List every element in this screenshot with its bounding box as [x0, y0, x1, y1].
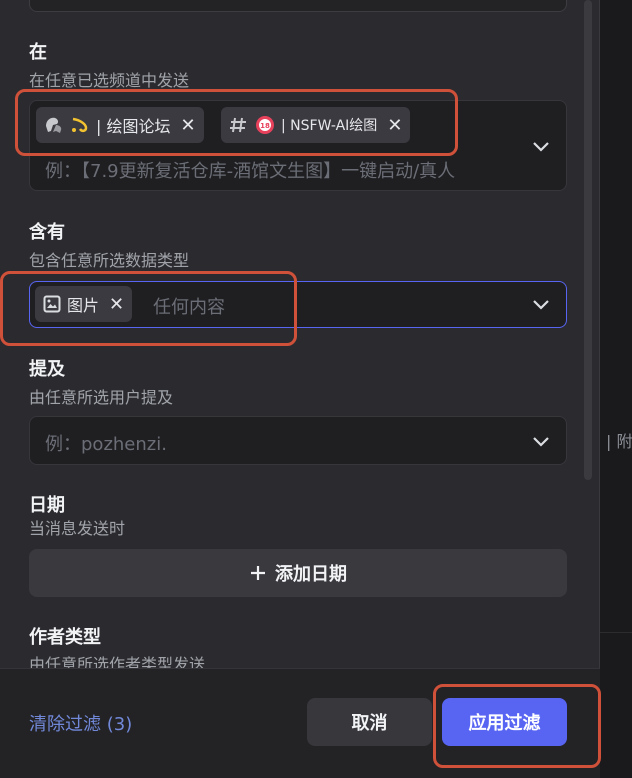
date-section-title: 日期	[29, 495, 65, 516]
plus-icon	[251, 566, 265, 580]
mentions-input-placeholder: 例：pozhenzi.	[45, 434, 167, 455]
backdrop-divider	[600, 632, 632, 633]
channel-select-field[interactable]: | 绘图论坛 ✕ 18 | NSFW-AI绘图 ✕ 例：【7.9更新复活仓库-酒…	[29, 100, 567, 191]
channel-chip-label: | NSFW-AI绘图	[281, 118, 378, 134]
date-section-subtitle: 当消息发送时	[29, 519, 126, 538]
image-icon	[43, 295, 61, 313]
chevron-down-icon[interactable]	[530, 293, 552, 315]
cancel-button[interactable]: 取消	[307, 698, 432, 746]
has-section-subtitle: 包含任意所选数据类型	[29, 251, 190, 270]
channel-chip-label: | 绘图论坛	[96, 117, 171, 136]
mentions-section-title: 提及	[29, 359, 65, 380]
remove-icon[interactable]: ✕	[387, 115, 402, 136]
channel-input-placeholder: 例：【7.9更新复活仓库-酒馆文生图】一键启动/真人	[45, 161, 456, 182]
in-section-title: 在	[29, 42, 47, 63]
scrollbar-thumb[interactable]	[584, 0, 592, 480]
has-section-title: 含有	[29, 222, 65, 243]
content-chip-label: 图片	[67, 296, 100, 315]
apply-filters-button[interactable]: 应用过滤	[442, 698, 567, 746]
text-channel-icon	[230, 117, 246, 133]
content-chip-image[interactable]: 图片 ✕	[35, 286, 133, 322]
apply-button-label: 应用过滤	[468, 713, 541, 734]
chevron-down-icon[interactable]	[530, 135, 552, 157]
mentions-section-subtitle: 由任意所选用户提及	[29, 388, 174, 407]
clear-filters-link[interactable]: 清除过滤 (3)	[29, 710, 132, 736]
search-filter-modal: 在 在任意已选频道中发送 | 绘图论坛 ✕ 18 | NSFW-AI绘图 ✕ 例…	[0, 0, 600, 778]
add-date-button[interactable]: 添加日期	[29, 549, 567, 597]
author-type-section-title: 作者类型	[29, 627, 101, 648]
svg-text:18: 18	[260, 122, 270, 130]
previous-field[interactable]	[29, 0, 567, 12]
modal-backdrop	[600, 0, 632, 778]
filter-scroll-area[interactable]: 在 在任意已选频道中发送 | 绘图论坛 ✕ 18 | NSFW-AI绘图 ✕ 例…	[0, 0, 600, 668]
cancel-button-label: 取消	[351, 713, 388, 734]
in-section-subtitle: 在任意已选频道中发送	[29, 71, 190, 90]
remove-icon[interactable]: ✕	[180, 115, 195, 136]
age-18-icon: 18	[256, 116, 274, 134]
background-hint-text: | 附	[606, 432, 632, 451]
channel-chip-drawing-forum[interactable]: | 绘图论坛 ✕	[36, 107, 204, 143]
mentions-select-field[interactable]: 例：pozhenzi.	[29, 416, 567, 465]
forum-icon	[46, 117, 62, 133]
add-date-label: 添加日期	[275, 564, 347, 585]
content-input-placeholder: 任何内容	[153, 297, 225, 318]
channel-chip-nsfw-ai[interactable]: 18 | NSFW-AI绘图 ✕	[221, 107, 411, 143]
sparkle-emoji-icon	[72, 117, 88, 133]
chevron-down-icon[interactable]	[530, 430, 552, 452]
author-type-section-subtitle: 由任意所选作者类型发送	[29, 655, 206, 668]
content-type-select-field[interactable]: 图片 ✕ 任何内容	[29, 281, 567, 328]
remove-icon[interactable]: ✕	[109, 294, 124, 315]
